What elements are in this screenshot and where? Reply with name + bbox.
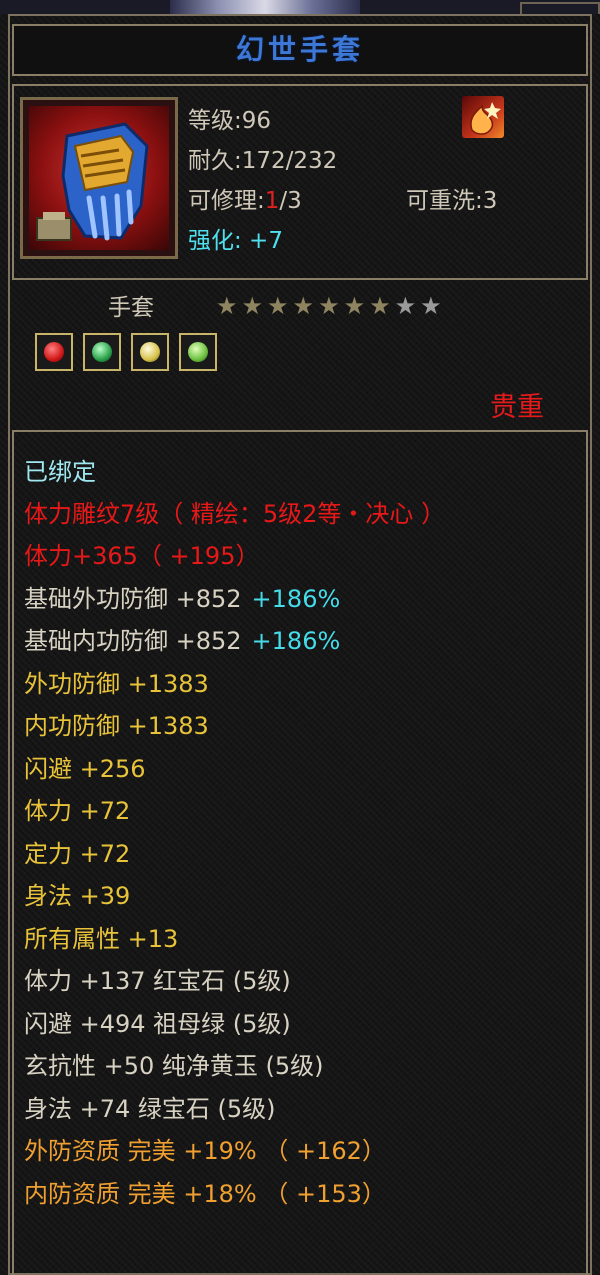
base-ext-def-line: 基础外功防御 +852 +186%	[24, 583, 340, 615]
title-bar: 幻世手套	[12, 24, 588, 76]
red-gem-icon	[44, 342, 64, 362]
aptitude-ext-line: 外防资质 完美 +19% （ +162）	[24, 1137, 386, 1165]
stamina-total-line: 体力+365（ +195）	[24, 542, 260, 570]
agility-line: 身法 +39	[24, 882, 131, 910]
star-icon: ★	[241, 292, 268, 320]
dodge-line: 闪避 +256	[24, 755, 146, 783]
star-icon: ★	[267, 292, 293, 320]
item-enhance: 强化: +7	[188, 228, 283, 254]
item-level: 等级:96	[188, 108, 272, 134]
fire-emblem-icon-art	[470, 102, 501, 135]
base-int-def-value: 基础内功防御 +852	[24, 627, 242, 655]
item-tooltip: 幻世手套 等级:96 耐久:172/232 可修理:1/3 可重洗:3 强化: …	[0, 0, 600, 1275]
star-icon: ★	[369, 292, 395, 320]
aptitude-int-line: 内防资质 完美 +18% （ +153）	[24, 1180, 386, 1208]
gem-slot-1[interactable]	[35, 333, 73, 371]
fire-emblem-icon	[462, 96, 504, 138]
base-int-def-line: 基础内功防御 +852 +186%	[24, 625, 340, 657]
item-repairable: 可修理:1/3	[188, 181, 302, 215]
base-ext-def-percent: +186%	[251, 585, 341, 613]
gem-slot-4[interactable]	[179, 333, 217, 371]
item-rarity: 贵重	[490, 392, 544, 423]
engrave-line: 体力雕纹7级（ 精绘：5级2等・决心 ）	[24, 500, 446, 528]
repair-suffix: /3	[279, 188, 302, 214]
ext-def-line: 外功防御 +1383	[24, 670, 209, 698]
repair-current: 1	[264, 188, 280, 214]
item-icon	[20, 97, 178, 259]
item-title: 幻世手套	[235, 33, 364, 66]
base-ext-def-value: 基础外功防御 +852	[24, 585, 242, 613]
character-portrait-fragment	[170, 0, 360, 14]
star-rating: ★★★★★★★★★	[216, 292, 446, 320]
star-icon: ★	[318, 292, 344, 320]
yellow-gem-icon	[140, 342, 160, 362]
gem-slot-3[interactable]	[131, 333, 169, 371]
gem-bonus-2: 闪避 +494 祖母绿 (5级)	[24, 1010, 291, 1038]
top-strip	[0, 0, 600, 14]
star-empty-icon: ★	[394, 292, 421, 320]
base-int-def-percent: +186%	[251, 627, 341, 655]
gem-bonus-4: 身法 +74 绿宝石 (5级)	[24, 1095, 276, 1123]
green-gem-icon	[92, 342, 112, 362]
gauntlet-icon-art	[36, 122, 149, 241]
star-icon: ★	[343, 292, 370, 320]
star-icon: ★	[216, 292, 242, 320]
bound-status: 已绑定	[24, 458, 96, 486]
star-icon: ★	[292, 292, 319, 320]
window-corner-decoration	[520, 2, 600, 14]
gem-bonus-3: 玄抗性 +50 纯净黄玉 (5级)	[24, 1052, 324, 1080]
gauntlet-icon	[29, 106, 169, 250]
item-type: 手套	[108, 295, 154, 321]
item-durability: 耐久:172/232	[188, 148, 338, 174]
gem-slot-2[interactable]	[83, 333, 121, 371]
focus-line: 定力 +72	[24, 840, 131, 868]
emerald-gem-icon	[188, 342, 208, 362]
all-attr-line: 所有属性 +13	[24, 925, 179, 953]
gem-bonus-1: 体力 +137 红宝石 (5级)	[24, 967, 291, 995]
stamina-line: 体力 +72	[24, 797, 131, 825]
int-def-line: 内功防御 +1383	[24, 712, 209, 740]
repair-prefix: 可修理:	[188, 188, 265, 214]
item-rewash: 可重洗:3	[406, 188, 498, 214]
star-empty-icon: ★	[420, 292, 446, 320]
